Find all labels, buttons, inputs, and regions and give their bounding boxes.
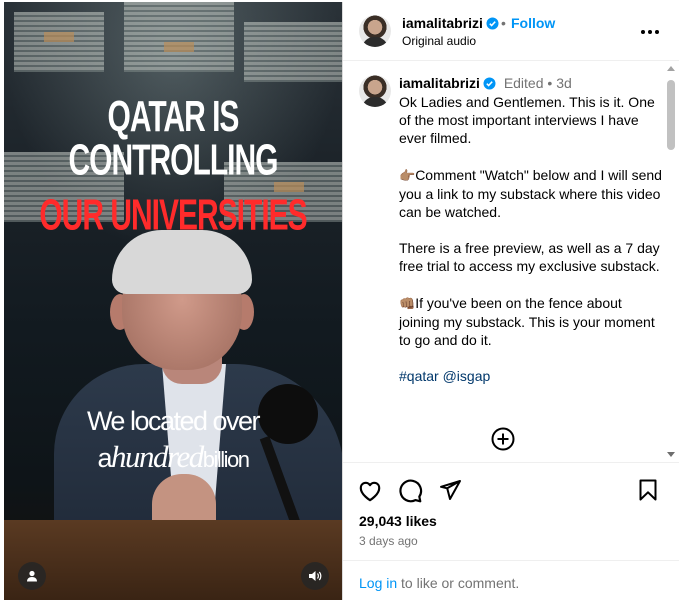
audio-link[interactable]: Original audio: [402, 34, 476, 48]
tagged-users-button[interactable]: [18, 562, 46, 590]
login-rest: to like or comment.: [397, 575, 520, 591]
money-stack: [244, 22, 342, 82]
headline-line-1: QATAR IS CONTROLLING: [68, 93, 279, 185]
caption-scroll-area[interactable]: iamalitabrizi Edited • 3d Ok Ladies and …: [343, 62, 679, 462]
subtitle-hundred: hundred: [111, 439, 204, 474]
subtitle-a: a: [97, 443, 113, 473]
save-button[interactable]: [636, 478, 664, 506]
plus-circle-icon: [491, 427, 515, 451]
caption-separator: •: [547, 75, 553, 91]
post-dialog: QATAR IS CONTROLLING OUR UNIVERSITIES We…: [0, 0, 680, 603]
money-stack: [14, 12, 104, 72]
login-text: Log in to like or comment.: [359, 575, 519, 591]
money-band: [44, 32, 74, 42]
subtitle-line-2: ahundredbillion: [4, 439, 342, 475]
login-link[interactable]: Log in: [359, 575, 397, 591]
post-header: iamalitabrizi • Follow Original audio: [343, 2, 679, 61]
comment-bubble-icon: [399, 479, 423, 503]
verified-badge-icon: [486, 17, 499, 30]
subtitle-billion: billion: [202, 447, 250, 472]
scroll-thumb[interactable]: [667, 80, 675, 150]
follow-button[interactable]: Follow: [511, 15, 555, 31]
verified-badge-icon: [483, 77, 496, 90]
scroll-down-arrow-icon[interactable]: [667, 452, 675, 457]
like-button[interactable]: [357, 478, 385, 506]
mention-link[interactable]: @isgap: [443, 368, 491, 384]
header-separator: •: [501, 15, 506, 31]
hair: [112, 230, 252, 294]
load-more-comments-button[interactable]: [491, 427, 515, 451]
caption-paragraph-1: Ok Ladies and Gentlemen. This is it. One…: [399, 94, 655, 147]
subtitle-line-1: We located over: [86, 406, 261, 436]
money-band: [164, 42, 194, 52]
caption-paragraph-3: There is a free preview, as well as a 7 …: [399, 240, 660, 275]
person-icon: [27, 570, 37, 582]
caption-time[interactable]: 3d: [556, 75, 572, 91]
caption-scrollbar[interactable]: [665, 62, 677, 462]
caption-paragraph-4-text: If you've been on the fence about joinin…: [399, 294, 655, 349]
caption-text: Ok Ladies and Gentlemen. This is it. One…: [399, 93, 665, 403]
more-options-button[interactable]: [639, 22, 661, 42]
bookmark-icon: [639, 479, 657, 501]
post-date[interactable]: 3 days ago: [359, 534, 418, 548]
fist-bump-icon: 👊🏽: [399, 295, 416, 311]
post-details-pane: iamalitabrizi • Follow Original audio ia…: [342, 2, 679, 600]
video-subtitle: We located over ahundredbillion: [4, 406, 342, 475]
scroll-up-arrow-icon[interactable]: [667, 66, 675, 71]
caption-avatar[interactable]: [359, 75, 391, 107]
caption-paragraph-2-text: Comment "Watch" below and I will send yo…: [399, 166, 662, 221]
audio-toggle-button[interactable]: [301, 562, 329, 590]
caption-paragraph-2: 👉🏽Comment "Watch" below and I will send …: [399, 166, 665, 222]
avatar-shoulders: [362, 97, 388, 107]
post-video[interactable]: QATAR IS CONTROLLING OUR UNIVERSITIES We…: [4, 2, 342, 600]
header-username[interactable]: iamalitabrizi: [402, 15, 499, 31]
headline-line-2: OUR UNIVERSITIES: [39, 191, 307, 240]
caption-header: iamalitabrizi Edited • 3d: [399, 75, 572, 91]
share-button[interactable]: [438, 478, 466, 506]
hashtag-link[interactable]: #qatar: [399, 368, 439, 384]
like-count[interactable]: 29,043 likes: [359, 513, 437, 529]
more-dot-icon: [648, 30, 652, 34]
more-dot-icon: [641, 30, 645, 34]
caption-username[interactable]: iamalitabrizi: [399, 75, 480, 91]
heart-icon: [359, 481, 381, 502]
pointing-hand-icon: 👉🏽: [399, 167, 416, 183]
header-username-text[interactable]: iamalitabrizi: [402, 15, 483, 31]
avatar[interactable]: [359, 15, 391, 47]
money-stack: [124, 2, 234, 72]
edited-label: Edited: [503, 75, 544, 91]
login-prompt: Log in to like or comment.: [343, 560, 679, 601]
post-actions: 29,043 likes 3 days ago Log in to like o…: [343, 462, 679, 600]
avatar-shoulders: [362, 37, 388, 47]
comment-button[interactable]: [397, 478, 425, 506]
caption-paragraph-4: 👊🏽If you've been on the fence about join…: [399, 294, 665, 350]
paper-plane-icon: [440, 480, 461, 500]
desk: [4, 520, 342, 600]
more-dot-icon: [655, 30, 659, 34]
speaker-icon: [309, 571, 322, 581]
caption-tags: #qatar @isgap: [399, 367, 665, 385]
video-headline: QATAR IS CONTROLLING OUR UNIVERSITIES: [4, 93, 342, 240]
